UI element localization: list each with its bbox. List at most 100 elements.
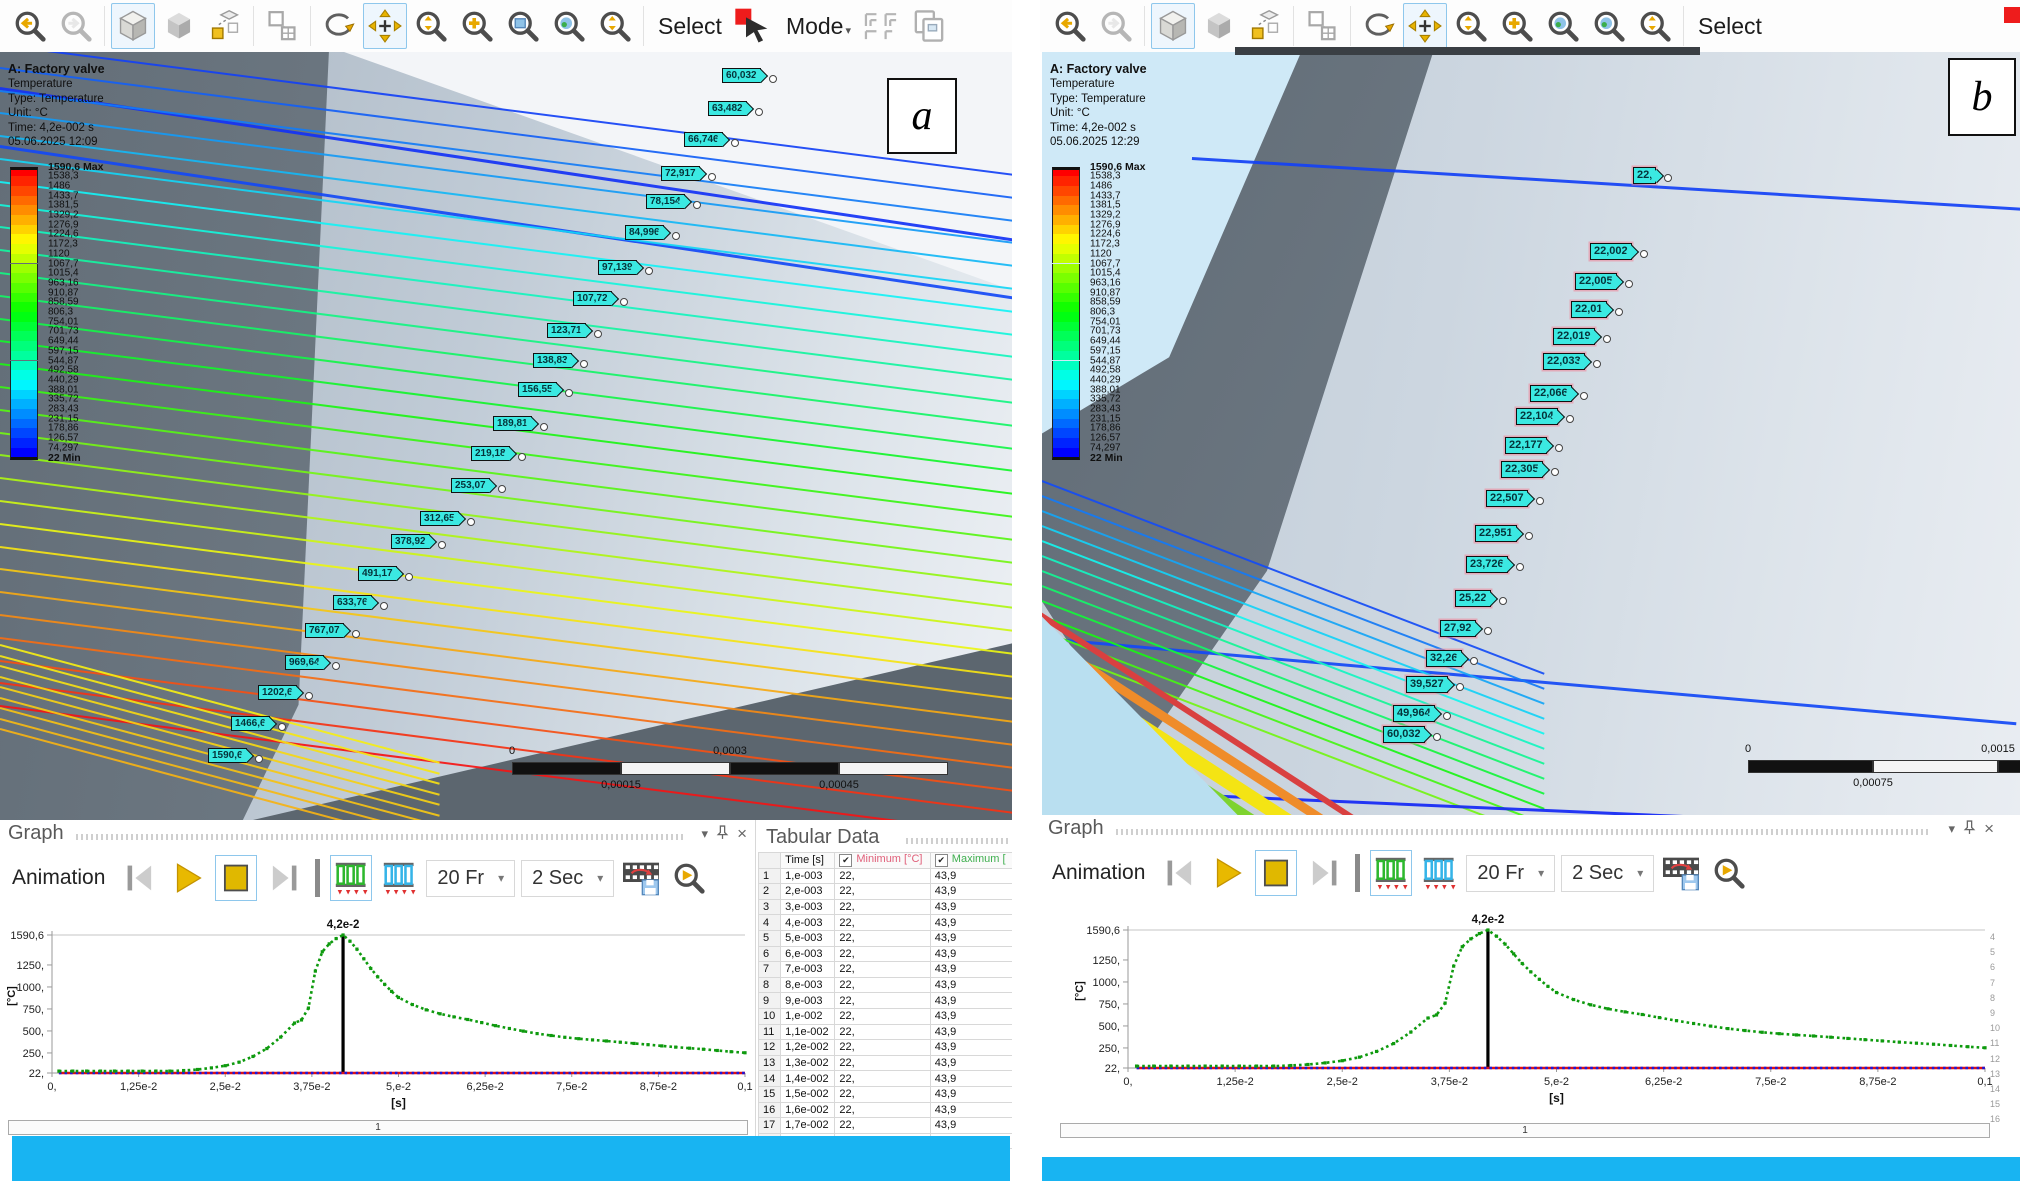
probe-label[interactable]: 22,305 (1501, 461, 1543, 478)
shaded-view-icon[interactable] (157, 3, 201, 49)
probe-label[interactable]: 22,033 (1543, 353, 1585, 370)
probe-label[interactable]: 22,002 (1590, 243, 1632, 260)
table-row[interactable]: 151,5e-00222,43,9 (759, 1086, 1013, 1102)
table-row[interactable]: 99,e-00322,43,9 (759, 993, 1013, 1009)
probe-label[interactable]: 97,139 (598, 260, 637, 275)
pan-view-icon[interactable] (363, 3, 407, 49)
probe-label[interactable]: 66,746 (684, 132, 723, 147)
edge-display-icon[interactable] (861, 3, 905, 49)
temperature-time-chart[interactable]: 22,250,500,750,1000,1250,1590,60,1,25e-2… (1040, 910, 2002, 1110)
table-row[interactable]: 121,2e-00222,43,9 (759, 1040, 1013, 1056)
duration-dropdown[interactable]: 2 Sec▾ (521, 860, 614, 897)
table-row[interactable]: 111,1e-00222,43,9 (759, 1024, 1013, 1040)
probe-label[interactable]: 60,032 (1383, 726, 1425, 743)
probe-label[interactable]: 123,71 (547, 323, 586, 338)
probe-label[interactable]: 32,26 (1426, 650, 1462, 667)
isometric-view-icon[interactable] (1151, 3, 1195, 49)
probe-label[interactable]: 60,032 (722, 68, 761, 83)
probe-label[interactable]: 156,55 (518, 382, 557, 397)
mode-label[interactable]: Mode▾ (778, 13, 859, 40)
explode-view-icon[interactable] (1243, 3, 1287, 49)
probe-label[interactable]: 22,066 (1530, 385, 1572, 402)
zoom-to-time-icon[interactable] (668, 855, 710, 901)
select-label[interactable]: Select (1690, 13, 1770, 40)
probe-label[interactable]: 22,177 (1505, 437, 1547, 454)
probe-label[interactable]: 22,951 (1475, 525, 1517, 542)
probe-label[interactable]: 22, (1633, 167, 1656, 184)
table-row[interactable]: 44,e-00322,43,9 (759, 915, 1013, 931)
table-row[interactable]: 141,4e-00222,43,9 (759, 1071, 1013, 1087)
jump-to-begin-icon[interactable] (119, 855, 161, 901)
result-sets-icon[interactable] (330, 855, 372, 901)
pin-icon[interactable] (716, 825, 729, 843)
probe-label[interactable]: 767,07 (305, 623, 344, 638)
zoom-previous-icon[interactable] (1048, 3, 1092, 49)
table-row[interactable]: 101,e-00222,43,9 (759, 1008, 1013, 1024)
zoom-in-icon[interactable] (455, 3, 499, 49)
probe-label[interactable]: 1202,6 (258, 685, 297, 700)
probe-label[interactable]: 253,07 (451, 478, 490, 493)
rotate-view-icon[interactable] (317, 3, 361, 49)
zoom-model-icon[interactable] (1541, 3, 1585, 49)
table-header[interactable]: ✔Minimum [°C] (835, 853, 930, 869)
table-row[interactable]: 11,e-00322,43,9 (759, 868, 1013, 884)
duration-dropdown[interactable]: 2 Sec▾ (1561, 855, 1654, 892)
zoom-fit-icon[interactable] (593, 3, 637, 49)
select-cursor-icon[interactable] (732, 3, 776, 49)
temperature-time-chart[interactable]: 22,250,500,750,1000,1250,1590,60,1,25e-2… (0, 915, 755, 1115)
jump-to-end-icon[interactable] (263, 855, 305, 901)
zoom-area-icon[interactable] (501, 3, 545, 49)
table-row[interactable]: 33,e-00322,43,9 (759, 899, 1013, 915)
copy-view-icon[interactable] (907, 3, 951, 49)
zoom-area-icon[interactable] (1587, 3, 1631, 49)
pan-view-icon[interactable] (1403, 3, 1447, 49)
column-checkbox[interactable]: ✔ (839, 854, 852, 867)
zoom-extents-icon[interactable] (409, 3, 453, 49)
export-video-icon[interactable] (620, 855, 662, 901)
time-decay-sets-icon[interactable] (1418, 850, 1460, 896)
shaded-view-icon[interactable] (1197, 3, 1241, 49)
probe-label[interactable]: 78,154 (646, 194, 685, 209)
stop-animation-icon[interactable] (215, 855, 257, 901)
zoom-model-icon[interactable] (547, 3, 591, 49)
table-row[interactable]: 161,6e-00222,43,9 (759, 1102, 1013, 1118)
select-label[interactable]: Select (650, 13, 730, 40)
probe-label[interactable]: 23,726 (1466, 556, 1508, 573)
zoom-fit-icon[interactable] (1633, 3, 1677, 49)
table-row[interactable]: 171,7e-00222,43,9 (759, 1118, 1013, 1134)
animation-time-slider[interactable]: 1 (8, 1120, 748, 1135)
zoom-extents-icon[interactable] (1449, 3, 1493, 49)
viewport-3d-b[interactable]: A: Factory valve Temperature Type: Tempe… (1042, 52, 2020, 815)
probe-label[interactable]: 22,01 (1571, 301, 1607, 318)
collapse-icon[interactable]: ▾ (1949, 821, 1956, 837)
zoom-in-icon[interactable] (1495, 3, 1539, 49)
play-animation-icon[interactable] (1207, 850, 1249, 896)
probe-label[interactable]: 22,019 (1553, 328, 1595, 345)
probe-label[interactable]: 633,76 (333, 595, 372, 610)
frames-dropdown[interactable]: 20 Fr▾ (1466, 855, 1555, 892)
frames-dropdown[interactable]: 20 Fr▾ (426, 860, 515, 897)
probe-label[interactable]: 378,92 (391, 534, 430, 549)
pin-icon[interactable] (1963, 820, 1976, 838)
probe-label[interactable]: 63,482 (708, 101, 747, 116)
zoom-to-time-icon[interactable] (1708, 850, 1750, 896)
probe-label[interactable]: 22,005 (1575, 273, 1617, 290)
probe-label[interactable]: 138,83 (533, 353, 572, 368)
table-row[interactable]: 131,3e-00222,43,9 (759, 1055, 1013, 1071)
close-icon[interactable]: × (737, 824, 747, 844)
result-sets-icon[interactable] (1370, 850, 1412, 896)
probe-label[interactable]: 189,81 (493, 416, 532, 431)
jump-to-end-icon[interactable] (1303, 850, 1345, 896)
probe-label[interactable]: 1466,6 (231, 716, 270, 731)
table-row[interactable]: 77,e-00322,43,9 (759, 962, 1013, 978)
probe-label[interactable]: 107,72 (573, 291, 612, 306)
viewport-layout-icon[interactable] (1300, 3, 1344, 49)
isometric-view-icon[interactable] (111, 3, 155, 49)
explode-view-icon[interactable] (203, 3, 247, 49)
table-row[interactable]: 22,e-00322,43,9 (759, 884, 1013, 900)
probe-label[interactable]: 491,17 (358, 566, 397, 581)
column-checkbox[interactable]: ✔ (935, 854, 948, 867)
jump-to-begin-icon[interactable] (1159, 850, 1201, 896)
table-row[interactable]: 88,e-00322,43,9 (759, 977, 1013, 993)
probe-label[interactable]: 39,527 (1406, 676, 1448, 693)
